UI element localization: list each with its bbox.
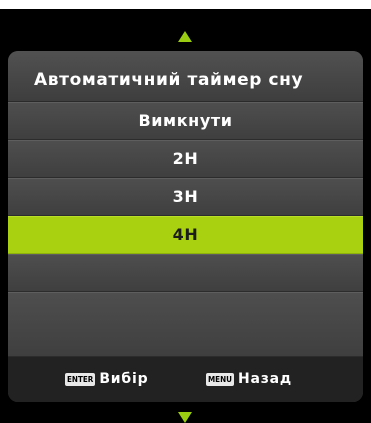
footer-hints: ENTER Вибір MENU Назад [8, 357, 363, 402]
menu-hint-label: Назад [237, 371, 293, 387]
scroll-up-icon[interactable] [178, 31, 192, 42]
option-3h[interactable]: 3H [8, 178, 363, 216]
panel-title: Автоматичний таймер сну [8, 51, 363, 102]
sleep-timer-panel: Автоматичний таймер сну Вимкнути 2H 3H 4… [8, 51, 363, 402]
menu-hint[interactable]: MENU Назад [206, 370, 292, 388]
empty-row-1 [8, 254, 363, 292]
option-2h[interactable]: 2H [8, 140, 363, 178]
enter-hint[interactable]: ENTER Вибір [65, 370, 148, 388]
enter-hint-label: Вибір [99, 371, 149, 387]
empty-row-2 [8, 292, 363, 357]
scroll-down-icon[interactable] [178, 412, 192, 423]
menu-key-icon: MENU [206, 372, 234, 386]
option-off[interactable]: Вимкнути [8, 102, 363, 140]
option-4h[interactable]: 4H [8, 216, 363, 254]
enter-key-icon: ENTER [65, 372, 96, 386]
menu-screen: Автоматичний таймер сну Вимкнути 2H 3H 4… [0, 0, 371, 423]
